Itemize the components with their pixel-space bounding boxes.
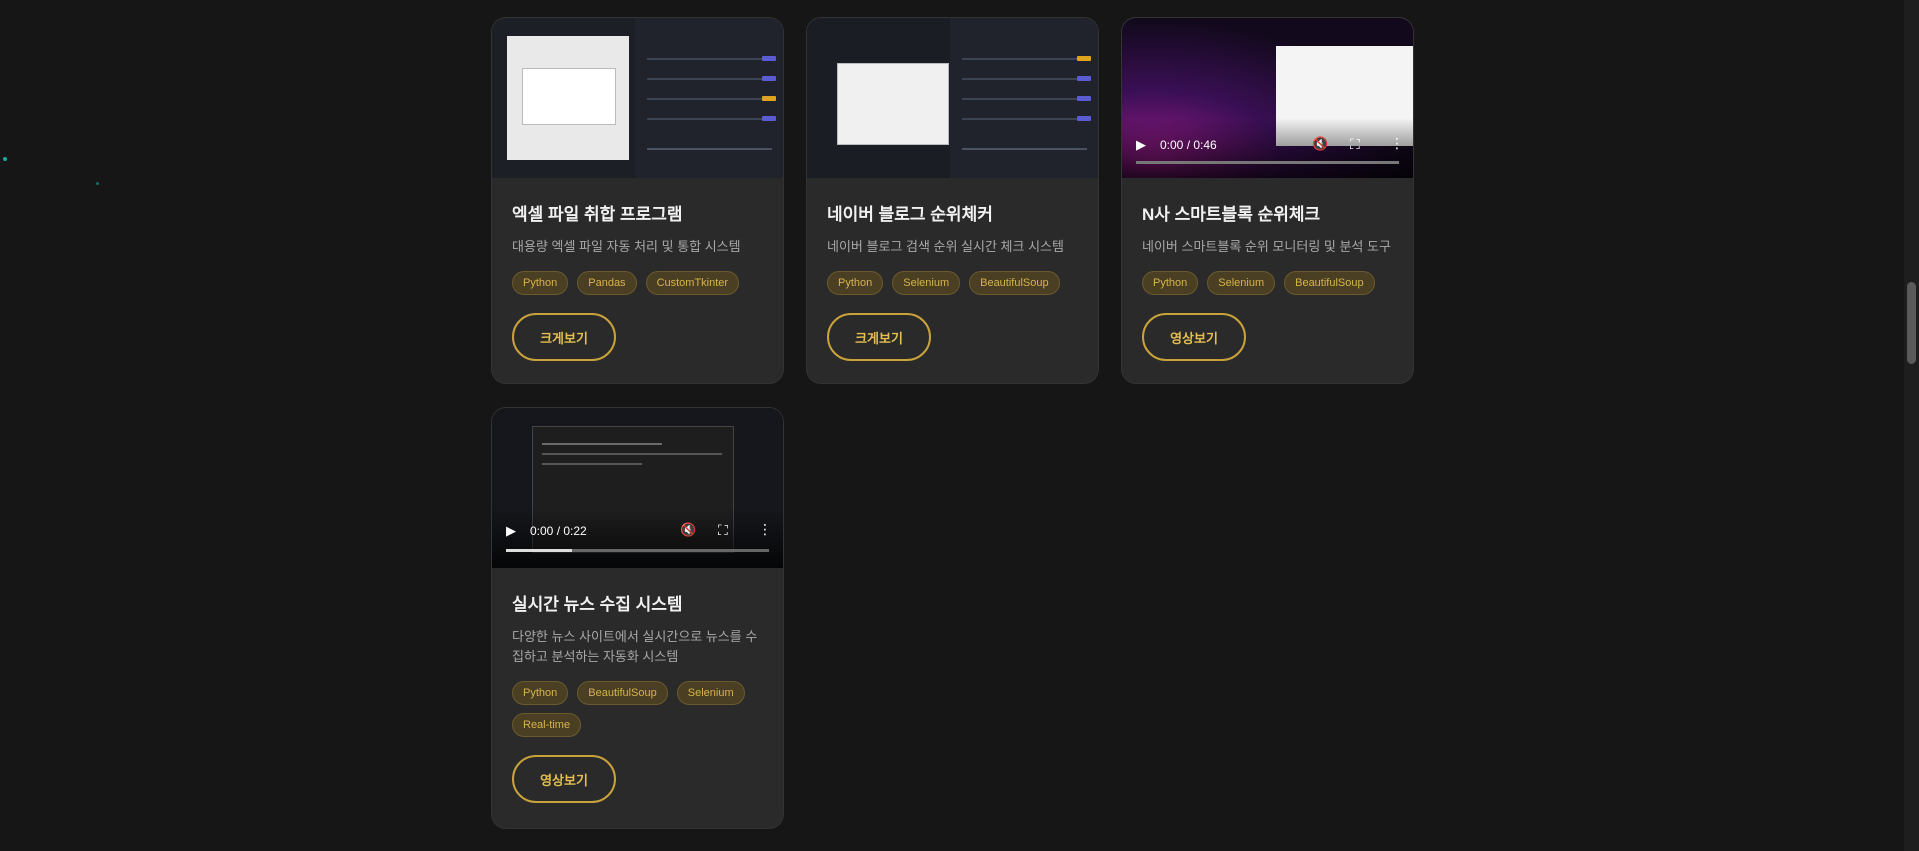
project-card-blog-rank: 네이버 블로그 순위체커 네이버 블로그 검색 순위 실시간 체크 시스템 Py… [807,18,1098,383]
background-dot [96,182,99,185]
mute-icon[interactable]: 🔇 [680,522,696,538]
view-large-button[interactable]: 크게보기 [827,313,931,361]
tech-tag: BeautifulSoup [1284,271,1375,295]
scrollbar-thumb[interactable] [1907,282,1916,364]
project-title: N사 스마트블록 순위체크 [1142,205,1321,224]
play-icon[interactable]: ▶ [1136,137,1146,153]
project-card-smartblock: ▶ 0:00 / 0:46 🔇 ⛶ ⋮ N사 스마트블록 순위체크 네이버 스마… [1122,18,1413,383]
video-progress-fill [506,549,572,552]
video-progress-track[interactable] [506,549,769,552]
video-progress-track[interactable] [1136,161,1399,164]
mute-icon[interactable]: 🔇 [1312,136,1328,152]
project-card-excel: 엑셀 파일 취합 프로그램 대용량 엑셀 파일 자동 처리 및 통합 시스템 P… [492,18,783,383]
tech-tag: Pandas [577,271,637,295]
tech-tag: Selenium [892,271,961,295]
project-video[interactable]: ▶ 0:00 / 0:46 🔇 ⛶ ⋮ [1122,18,1413,178]
tech-tag: Python [827,271,884,295]
tech-tag: BeautifulSoup [969,271,1060,295]
tech-tags: Python BeautifulSoup Selenium Real-time [512,681,763,737]
tech-tag: Selenium [1207,271,1276,295]
project-screenshot[interactable] [492,18,783,178]
tech-tag: Real-time [512,713,582,737]
project-description: 네이버 블로그 검색 순위 실시간 체크 시스템 [827,239,1064,254]
video-time: 0:00 / 0:22 [530,524,587,538]
tech-tag: CustomTkinter [645,271,740,295]
project-description: 대용량 엑셀 파일 자동 처리 및 통합 시스템 [512,239,741,254]
video-controls [492,508,783,568]
tech-tag: Selenium [676,681,745,705]
video-time: 0:00 / 0:46 [1160,138,1217,152]
tech-tags: Python Selenium BeautifulSoup [827,271,1078,295]
tech-tag: Python [512,271,569,295]
project-screenshot[interactable] [807,18,1098,178]
tech-tag: Python [1142,271,1199,295]
projects-grid: 엑셀 파일 취합 프로그램 대용량 엑셀 파일 자동 처리 및 통합 시스템 P… [492,18,1413,828]
fullscreen-icon[interactable]: ⛶ [718,522,728,539]
project-description: 네이버 스마트블록 순위 모니터링 및 분석 도구 [1142,239,1391,254]
project-video[interactable]: ▶ 0:00 / 0:22 🔇 ⛶ ⋮ [492,408,783,568]
background-dot [3,157,7,161]
page-scrollbar[interactable] [1904,0,1919,851]
more-vertical-icon[interactable]: ⋮ [758,521,772,538]
watch-video-button[interactable]: 영상보기 [512,755,616,803]
tech-tag: Python [512,681,569,705]
project-title: 엑셀 파일 취합 프로그램 [512,205,683,224]
project-title: 실시간 뉴스 수집 시스템 [512,595,683,614]
tech-tags: Python Selenium BeautifulSoup [1142,271,1393,295]
play-icon[interactable]: ▶ [506,523,516,539]
project-card-news: ▶ 0:00 / 0:22 🔇 ⛶ ⋮ 실시간 뉴스 수집 시스템 다양한 뉴스… [492,408,783,828]
tech-tag: BeautifulSoup [577,681,668,705]
watch-video-button[interactable]: 영상보기 [1142,313,1246,361]
view-large-button[interactable]: 크게보기 [512,313,616,361]
project-description: 다양한 뉴스 사이트에서 실시간으로 뉴스를 수집하고 분석하는 자동화 시스템 [512,629,758,664]
tech-tags: Python Pandas CustomTkinter [512,271,763,295]
fullscreen-icon[interactable]: ⛶ [1350,136,1360,153]
project-title: 네이버 블로그 순위체커 [827,205,993,224]
more-vertical-icon[interactable]: ⋮ [1390,135,1404,152]
